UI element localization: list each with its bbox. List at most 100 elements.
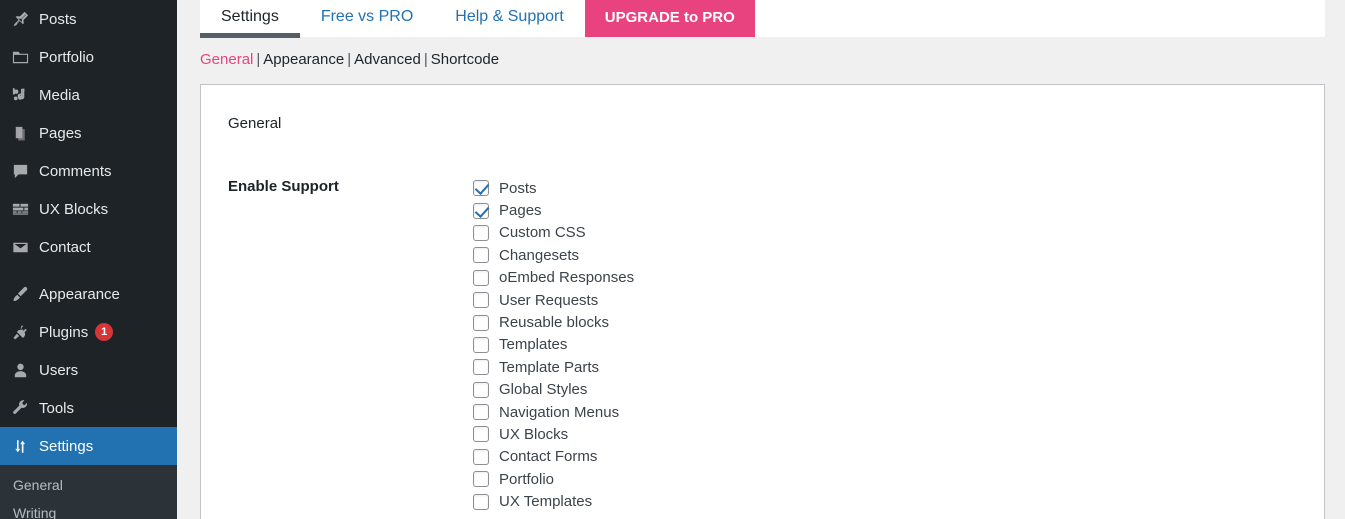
sliders-icon xyxy=(11,436,37,456)
settings-card: General Enable Support Posts Pages Custom … xyxy=(200,84,1325,519)
checkbox-row[interactable]: Custom CSS xyxy=(473,222,1298,244)
tab-free-vs-pro[interactable]: Free vs PRO xyxy=(300,0,434,33)
menu-separator xyxy=(0,266,177,275)
enable-support-label: Enable Support xyxy=(228,178,339,195)
checkbox-label: UX Templates xyxy=(499,493,593,511)
checkbox-pages[interactable] xyxy=(473,202,489,219)
checkbox-oembed-responses[interactable] xyxy=(473,269,489,286)
checkbox-reusable-blocks[interactable] xyxy=(473,314,489,331)
sidebar-item-comments[interactable]: Comments xyxy=(0,152,177,190)
user-icon xyxy=(11,360,37,380)
sidebar-item-pages[interactable]: Pages xyxy=(0,114,177,152)
checkbox-row[interactable]: Template Parts xyxy=(473,356,1298,378)
sidebar-item-label: Settings xyxy=(39,437,94,455)
sidebar-item-label: Contact xyxy=(39,238,91,256)
checkbox-contact-forms[interactable] xyxy=(473,448,489,465)
subnav-separator: | xyxy=(256,51,261,68)
sidebar-item-users[interactable]: Users xyxy=(0,351,177,389)
sidebar-item-label: Posts xyxy=(39,10,77,28)
checkbox-ux-templates[interactable] xyxy=(473,493,489,510)
checkbox-template-parts[interactable] xyxy=(473,359,489,376)
sidebar-item-settings[interactable]: Settings xyxy=(0,427,177,465)
sidebar-item-posts[interactable]: Posts xyxy=(0,0,177,38)
section-title: General xyxy=(228,115,282,132)
sidebar-item-tools[interactable]: Tools xyxy=(0,389,177,427)
plugin-update-badge: 1 xyxy=(95,323,114,341)
tab-help-support[interactable]: Help & Support xyxy=(434,0,585,33)
checkbox-label: Template Parts xyxy=(499,358,600,376)
checkbox-posts[interactable] xyxy=(473,180,489,197)
admin-sidebar: Posts Portfolio Media Pages Comments UX Block… xyxy=(0,0,177,519)
subnav-separator: | xyxy=(347,51,352,68)
sidebar-item-ux-blocks[interactable]: UX Blocks xyxy=(0,190,177,228)
checkbox-row[interactable]: Contact Forms xyxy=(473,446,1298,468)
sidebar-item-label: Appearance xyxy=(39,285,120,303)
submenu-item-writing[interactable]: Writing xyxy=(0,499,177,519)
sidebar-item-contact[interactable]: Contact xyxy=(0,228,177,266)
wrench-icon xyxy=(11,398,37,418)
checkbox-row[interactable]: Global Styles xyxy=(473,379,1298,401)
checkbox-label: Reusable blocks xyxy=(499,314,610,332)
checkbox-row[interactable]: UX Templates xyxy=(473,490,1298,512)
checkbox-row[interactable]: Pages xyxy=(473,199,1298,221)
media-icon xyxy=(11,85,37,105)
paintbrush-icon xyxy=(11,284,37,304)
checkbox-templates[interactable] xyxy=(473,336,489,353)
checkbox-label: Templates xyxy=(499,336,568,354)
sidebar-item-label: Pages xyxy=(39,124,82,142)
sub-navigation: General | Appearance | Advanced | Shortcode xyxy=(200,51,499,68)
subnav-link-shortcode[interactable]: Shortcode xyxy=(431,51,499,68)
checkbox-row[interactable]: Reusable blocks xyxy=(473,311,1298,333)
sidebar-item-plugins[interactable]: Plugins 1 xyxy=(0,313,177,351)
sidebar-item-appearance[interactable]: Appearance xyxy=(0,275,177,313)
pin-icon xyxy=(11,9,37,29)
checkbox-changesets[interactable] xyxy=(473,247,489,264)
tab-settings[interactable]: Settings xyxy=(200,0,300,38)
submenu-item-general[interactable]: General xyxy=(0,471,177,499)
sidebar-item-media[interactable]: Media xyxy=(0,76,177,114)
checkbox-row[interactable]: oEmbed Responses xyxy=(473,267,1298,289)
sidebar-item-portfolio[interactable]: Portfolio xyxy=(0,38,177,76)
blocks-icon xyxy=(11,199,37,219)
sidebar-item-label: Comments xyxy=(39,162,112,180)
checkbox-row[interactable]: Navigation Menus xyxy=(473,401,1298,423)
checkbox-label: Pages xyxy=(499,202,542,220)
checkbox-label: Global Styles xyxy=(499,381,588,399)
folder-icon xyxy=(11,47,37,67)
sidebar-item-label: UX Blocks xyxy=(39,200,109,218)
checkbox-custom-css[interactable] xyxy=(473,224,489,241)
checkbox-row[interactable]: Templates xyxy=(473,334,1298,356)
checkbox-row[interactable]: UX Blocks xyxy=(473,423,1298,445)
settings-submenu: General Writing xyxy=(0,465,177,519)
enable-support-row: Enable Support Posts Pages Custom CSS Chang… xyxy=(227,177,1298,513)
checkbox-global-styles[interactable] xyxy=(473,381,489,398)
subnav-separator: | xyxy=(423,51,428,68)
checkbox-label: Posts xyxy=(499,179,537,197)
comment-icon xyxy=(11,161,37,181)
sidebar-item-label: Media xyxy=(39,86,80,104)
checkbox-navigation-menus[interactable] xyxy=(473,404,489,421)
checkbox-user-requests[interactable] xyxy=(473,292,489,309)
sidebar-item-label: Users xyxy=(39,361,79,379)
support-checkbox-list: Posts Pages Custom CSS Changesets oEmbed Res… xyxy=(473,177,1298,513)
tab-upgrade-to-pro[interactable]: UPGRADE to PRO xyxy=(584,0,755,37)
checkbox-row[interactable]: Portfolio xyxy=(473,468,1298,490)
checkbox-row[interactable]: Changesets xyxy=(473,244,1298,266)
plugin-tab-bar: Settings Free vs PRO Help & Support UPGRADE… xyxy=(200,0,1325,38)
envelope-icon xyxy=(11,237,37,257)
checkbox-label: User Requests xyxy=(499,291,599,309)
checkbox-row[interactable]: Posts xyxy=(473,177,1298,199)
checkbox-label: UX Blocks xyxy=(499,425,569,443)
subnav-link-general[interactable]: General xyxy=(200,51,253,68)
checkbox-portfolio[interactable] xyxy=(473,471,489,488)
plug-icon xyxy=(11,322,37,342)
main-content-area: Settings Free vs PRO Help & Support UPGRADE… xyxy=(177,0,1345,519)
checkbox-row[interactable]: User Requests xyxy=(473,289,1298,311)
sidebar-item-label: Portfolio xyxy=(39,48,95,66)
subnav-link-appearance[interactable]: Appearance xyxy=(263,51,344,68)
checkbox-ux-blocks[interactable] xyxy=(473,426,489,443)
subnav-link-advanced[interactable]: Advanced xyxy=(354,51,421,68)
checkbox-label: Changesets xyxy=(499,246,580,264)
pages-icon xyxy=(11,123,37,143)
checkbox-label: oEmbed Responses xyxy=(499,269,635,287)
